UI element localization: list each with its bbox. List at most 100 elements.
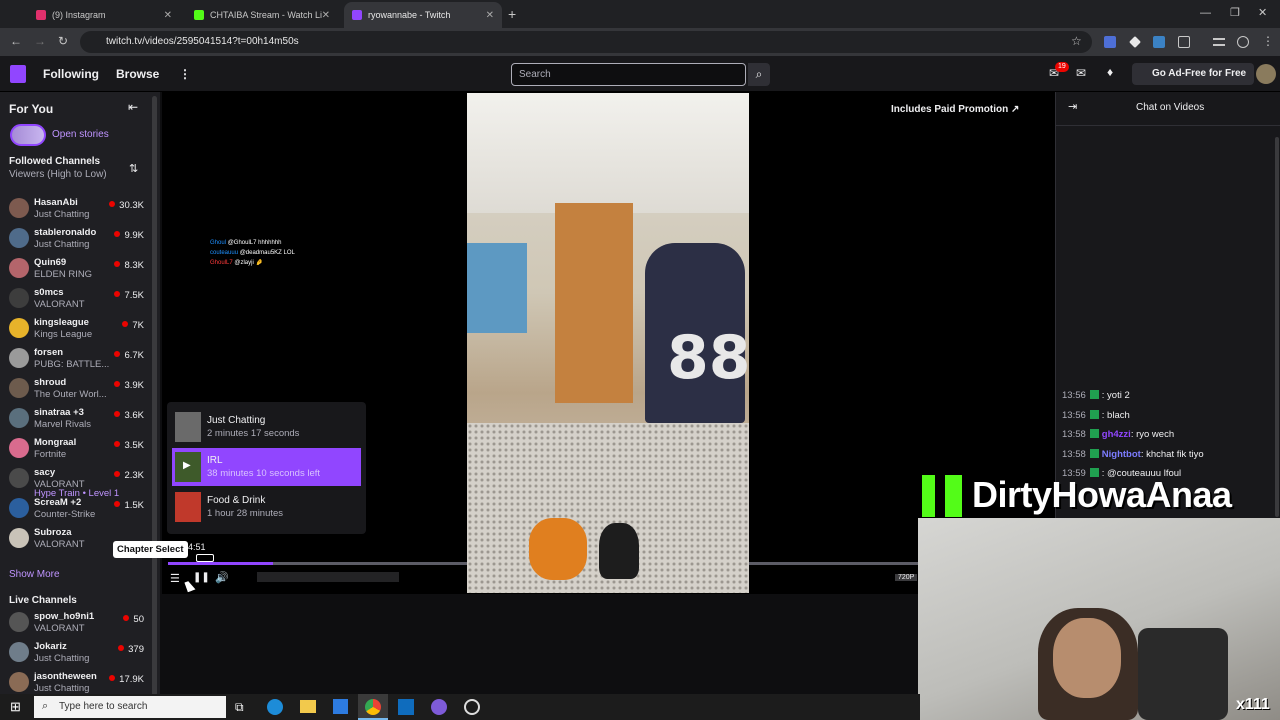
chat-scrollbar[interactable] — [1275, 137, 1279, 517]
channel-category: Just Chatting — [34, 653, 90, 664]
avatar — [9, 228, 29, 248]
chat-username[interactable]: gh4zzi — [1102, 429, 1131, 440]
sidebar-channel-item[interactable]: kingsleague Kings League 7K — [0, 313, 160, 343]
tab-twitch[interactable]: ryowannabe - Twitch ✕ — [344, 2, 502, 28]
nav-browse[interactable]: Browse — [116, 67, 159, 81]
ad-free-button[interactable]: Go Ad-Free for Free — [1132, 63, 1255, 85]
viewer-count: 1.5K — [114, 500, 144, 511]
profile-icon[interactable] — [1237, 36, 1249, 48]
new-tab-button[interactable]: + — [508, 6, 516, 22]
chapter-thumbnail — [175, 492, 201, 522]
show-more-link[interactable]: Show More — [9, 569, 60, 580]
channel-name: HasanAbi — [34, 197, 78, 208]
chapter-list-icon[interactable]: ☰ — [170, 572, 180, 585]
app-icon[interactable] — [431, 699, 447, 715]
menu-dots-icon[interactable]: ⋮ — [1262, 34, 1274, 48]
chapter-item[interactable]: Food & Drink 1 hour 28 minutes — [172, 488, 361, 526]
forward-button[interactable]: → — [34, 34, 46, 48]
tab-chtaiba[interactable]: CHTAIBA Stream - Watch Li ✕ — [186, 2, 338, 28]
extension-translate-icon[interactable] — [1104, 36, 1116, 48]
search-input[interactable]: Search — [511, 63, 746, 86]
collapse-sidebar-icon[interactable]: ⇤ — [128, 100, 138, 114]
volume-slider[interactable] — [257, 572, 399, 582]
sidebar-channel-item[interactable]: Jokariz Just Chatting 379 — [0, 637, 160, 667]
kick-icon — [194, 10, 204, 20]
twitch-logo-icon[interactable] — [10, 65, 26, 83]
viewer-count: 7.5K — [114, 290, 144, 301]
channel-category: VALORANT — [34, 299, 85, 310]
avatar — [9, 612, 29, 632]
channel-category: Just Chatting — [34, 239, 90, 250]
close-icon[interactable]: ✕ — [486, 10, 494, 21]
channel-category: VALORANT — [34, 539, 85, 550]
whispers-icon[interactable]: ✉ — [1076, 66, 1086, 80]
hype-train-label: Hype Train • Level 1 — [34, 488, 120, 499]
url-input[interactable]: twitch.tv/videos/2595041514?t=00h14m50s — [80, 31, 1092, 53]
close-icon[interactable]: ✕ — [322, 10, 330, 21]
sidebar-channel-item[interactable]: jasontheween Just Chatting 17.9K — [0, 667, 160, 697]
sidebar-channel-item[interactable]: Quin69 ELDEN RING 8.3K — [0, 253, 160, 283]
tab-instagram[interactable]: (9) Instagram ✕ — [28, 2, 180, 28]
viewer-count: 2.3K — [114, 470, 144, 481]
search-icon: ⌕ — [42, 700, 49, 712]
corner-emote-text: x111 — [1236, 696, 1270, 713]
extension-icon[interactable] — [1153, 36, 1165, 48]
sidebar-channel-item[interactable]: forsen PUBG: BATTLE... 6.7K — [0, 343, 160, 373]
bookmark-star-icon[interactable]: ☆ — [1071, 34, 1082, 48]
chapter-item[interactable]: Just Chatting 2 minutes 17 seconds — [172, 408, 361, 446]
channel-category: Marvel Rivals — [34, 419, 92, 430]
sidebar-channel-item[interactable]: HasanAbi Just Chatting 30.3K — [0, 193, 160, 223]
sidebar-channel-item[interactable]: stableronaldo Just Chatting 9.9K — [0, 223, 160, 253]
volume-icon[interactable]: 🔊 — [215, 571, 229, 584]
sidebar-channel-item[interactable]: spow_ho9ni1 VALORANT 50 — [0, 607, 160, 637]
timestamp: 4:51 — [188, 542, 206, 552]
chrome-icon — [365, 699, 381, 715]
sidebar-scrollbar[interactable] — [152, 96, 157, 696]
close-window-button[interactable]: ✕ — [1258, 6, 1267, 19]
media-control-icon[interactable] — [1213, 38, 1225, 46]
more-menu-icon[interactable]: ⋮ — [179, 67, 191, 81]
stories-avatars[interactable] — [10, 124, 46, 146]
chat-username[interactable]: Nightbot — [1102, 449, 1141, 460]
sidebar-channel-item[interactable]: s0mcs VALORANT 7.5K — [0, 283, 160, 313]
search-button[interactable]: ⌕ — [748, 63, 770, 86]
channel-category: Just Chatting — [34, 209, 90, 220]
edge-icon[interactable] — [267, 699, 283, 715]
channel-name: Quin69 — [34, 257, 67, 268]
reload-button[interactable]: ↻ — [58, 34, 68, 48]
extension-diamond-icon[interactable] — [1129, 36, 1141, 48]
viewer-count: 3.5K — [114, 440, 144, 451]
minimize-button[interactable]: — — [1200, 7, 1211, 19]
pause-icon[interactable]: ❚❚ — [193, 572, 210, 583]
file-explorer-icon[interactable] — [300, 700, 316, 713]
store-icon[interactable] — [333, 699, 348, 714]
open-stories-link[interactable]: Open stories — [52, 129, 109, 140]
channel-name: s0mcs — [34, 287, 64, 298]
windows-start-icon[interactable]: ⊞ — [10, 699, 21, 715]
channel-category: Just Chatting — [34, 683, 90, 694]
brand-text: DirtyHowaAnaa — [972, 474, 1232, 515]
quality-badge[interactable]: 720P — [895, 574, 918, 581]
app-icon[interactable] — [464, 699, 480, 715]
sort-icon[interactable]: ⇅ — [129, 162, 138, 175]
nav-following[interactable]: Following — [43, 67, 99, 81]
task-view-icon[interactable]: ⧉ — [235, 700, 244, 715]
sidebar-channel-item[interactable]: shroud The Outer Worl... 3.9K — [0, 373, 160, 403]
maximize-button[interactable]: ❐ — [1230, 6, 1240, 19]
sidebar-channel-item[interactable]: Mongraal Fortnite 3.5K — [0, 433, 160, 463]
taskbar-search-input[interactable]: Type here to search — [34, 696, 226, 718]
avatar — [9, 408, 29, 428]
avatar[interactable] — [1256, 64, 1276, 84]
expand-chat-icon[interactable]: ⇥ — [1068, 100, 1077, 113]
channel-name: shroud — [34, 377, 67, 388]
outlook-icon[interactable] — [398, 699, 414, 715]
back-button[interactable]: ← — [10, 34, 22, 48]
paid-promotion-label[interactable]: Includes Paid Promotion ↗ — [891, 104, 1019, 115]
prime-crown-icon[interactable]: ♦ — [1107, 65, 1113, 79]
close-icon[interactable]: ✕ — [164, 10, 172, 21]
extensions-puzzle-icon[interactable] — [1178, 36, 1190, 48]
browser-tab-bar: (9) Instagram ✕ CHTAIBA Stream - Watch L… — [0, 0, 1280, 28]
chapter-item-active[interactable]: ▶ IRL 38 minutes 10 seconds left — [172, 448, 361, 486]
sidebar-channel-item[interactable]: sinatraa +3 Marvel Rivals 3.6K — [0, 403, 160, 433]
chat-timestamp: 13:56 — [1062, 390, 1086, 401]
